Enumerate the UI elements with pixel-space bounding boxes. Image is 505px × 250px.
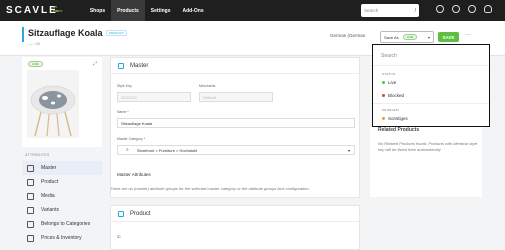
- title-accent: [22, 27, 24, 42]
- master-card-header: Master: [111, 58, 359, 74]
- more-options-icon[interactable]: ···: [465, 32, 471, 38]
- style-key-label: Style Key: [117, 84, 132, 88]
- divider: [373, 65, 489, 66]
- variants-icon: [27, 206, 34, 214]
- master-attributes-heading: Master Attributes: [117, 172, 151, 177]
- save-button[interactable]: SAVE: [438, 32, 459, 42]
- help-icon[interactable]: [452, 5, 460, 13]
- logo[interactable]: SCAVLE BY PIMCY: [6, 5, 63, 16]
- chevron-down-icon: ▾: [347, 147, 350, 153]
- search-icon: ⌕: [126, 147, 129, 153]
- name-field[interactable]: Sitzauflage Koala: [117, 118, 355, 128]
- category-select[interactable]: ⌕ Storefront > Furniture > Hochstuhl ▾: [117, 145, 355, 155]
- product-preview-card: LIVE ⤢: [22, 57, 102, 147]
- top-bar: SCAVLE BY PIMCY Shops Products Settings A…: [0, 0, 505, 21]
- top-icons: [436, 5, 500, 13]
- product-icon: [118, 210, 124, 217]
- merchants-label: Merchants: [199, 84, 216, 88]
- language-select[interactable]: German (German: [330, 33, 365, 38]
- master-attributes-hint: There are no (master) attribute groups f…: [110, 186, 310, 191]
- search-placeholder: Search: [364, 8, 379, 13]
- status-badge: LIVE: [402, 34, 418, 40]
- master-card: Master Style Key 2032209 Merchants Defau…: [110, 57, 360, 198]
- breadcrumb[interactable]: — › 46: [28, 41, 40, 46]
- nav-product[interactable]: Product: [22, 175, 102, 189]
- related-products-title: Related Products: [378, 127, 420, 133]
- save-as-select[interactable]: Save As LIVE ▾: [380, 31, 434, 43]
- nav-products[interactable]: Products: [111, 0, 145, 21]
- prices-icon: [27, 234, 34, 242]
- merchants-field: Default: [199, 92, 273, 102]
- product-icon: [27, 178, 34, 186]
- product-image[interactable]: [27, 70, 79, 138]
- live-badge: LIVE: [28, 61, 43, 67]
- status-heading: STATUS: [382, 72, 396, 76]
- attribute-nav: ATTRIBUTES Master Product Media Variants…: [22, 153, 102, 245]
- problem-option-sonstiges[interactable]: Sonstiges: [382, 116, 408, 121]
- save-as-label: Save As: [384, 34, 399, 40]
- nav-variants[interactable]: Variants: [22, 203, 102, 217]
- nav-prices[interactable]: Prices & Inventory: [22, 231, 102, 245]
- master-icon: [118, 62, 124, 69]
- bell-icon[interactable]: [468, 5, 476, 13]
- related-products-text: No Related Products found. Products with…: [378, 141, 478, 152]
- status-option-blocked[interactable]: Blocked: [382, 93, 404, 98]
- master-heading: Master: [130, 62, 149, 69]
- nav-settings[interactable]: Settings: [145, 0, 177, 21]
- nav-shops[interactable]: Shops: [84, 0, 111, 21]
- status-dropdown: Search STATUS Live Blocked PROBLEM Sonst…: [372, 44, 490, 127]
- product-card-header: Product: [111, 206, 359, 222]
- master-icon: [27, 164, 34, 172]
- nav-categories[interactable]: Belongs to Categories: [22, 217, 102, 231]
- related-products-panel: Related Products No Related Products fou…: [370, 127, 482, 197]
- user-icon[interactable]: [484, 5, 492, 13]
- expand-icon[interactable]: ⤢: [93, 61, 97, 67]
- categories-icon: [27, 220, 34, 228]
- status-dot-icon: [382, 81, 385, 84]
- status-option-live[interactable]: Live: [382, 80, 396, 85]
- media-icon: [27, 192, 34, 200]
- status-dot-icon: [382, 117, 385, 120]
- style-key-field: 2032209: [117, 92, 191, 102]
- problem-heading: PROBLEM: [382, 108, 399, 112]
- nav-addons[interactable]: Add-Ons: [177, 0, 210, 21]
- product-card: Product ID: [110, 205, 360, 250]
- page-title: Sitzauflage Koala: [28, 28, 103, 38]
- nav-media[interactable]: Media: [22, 189, 102, 203]
- global-search-input[interactable]: Search /: [361, 4, 419, 17]
- main-nav: Shops Products Settings Add-Ons: [84, 0, 210, 21]
- id-label: ID: [117, 235, 121, 239]
- chat-icon[interactable]: [436, 5, 444, 13]
- attributes-heading: ATTRIBUTES: [25, 153, 50, 157]
- category-value: Storefront > Furniture > Hochstuhl: [136, 147, 198, 153]
- status-dot-icon: [382, 94, 385, 97]
- product-badge: PRODUCT: [106, 30, 127, 36]
- chevron-down-icon: ▾: [427, 34, 430, 40]
- search-shortcut: /: [414, 7, 416, 14]
- category-label: Master Category *: [117, 137, 146, 141]
- nav-master[interactable]: Master: [22, 161, 102, 175]
- dropdown-search-input[interactable]: Search: [381, 53, 397, 59]
- product-heading: Product: [130, 210, 151, 217]
- name-label: Name *: [117, 110, 129, 114]
- divider: [373, 103, 489, 104]
